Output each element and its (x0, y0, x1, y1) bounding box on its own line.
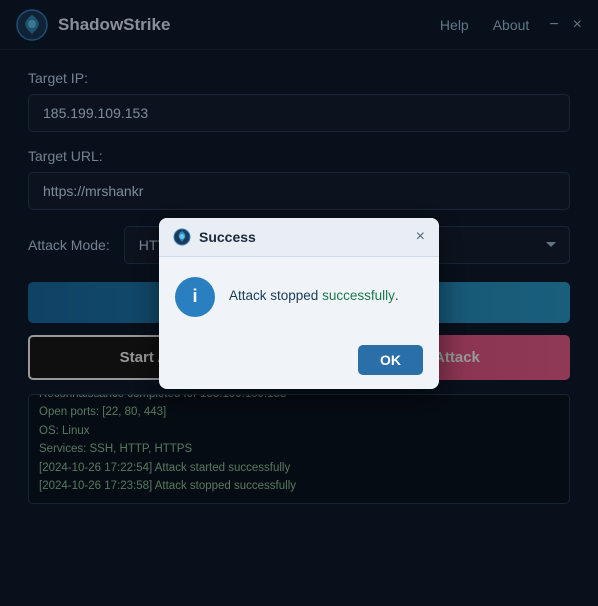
modal-message: Attack stopped successfully. (229, 287, 399, 306)
modal-footer: OK (159, 337, 439, 389)
modal-close-button[interactable]: × (416, 229, 425, 245)
modal-info-icon: i (175, 277, 215, 317)
modal-message-highlight: successfully (322, 288, 395, 303)
modal-header: Success × (159, 218, 439, 257)
modal-body: i Attack stopped successfully. (159, 257, 439, 337)
modal-logo-icon (173, 228, 191, 246)
modal-ok-button[interactable]: OK (358, 345, 423, 375)
modal-message-prefix: Attack stopped (229, 288, 322, 303)
modal-message-suffix: . (395, 288, 399, 303)
modal-overlay[interactable]: Success × i Attack stopped successfully.… (0, 0, 598, 606)
success-modal: Success × i Attack stopped successfully.… (159, 218, 439, 389)
modal-title: Success (199, 229, 416, 245)
